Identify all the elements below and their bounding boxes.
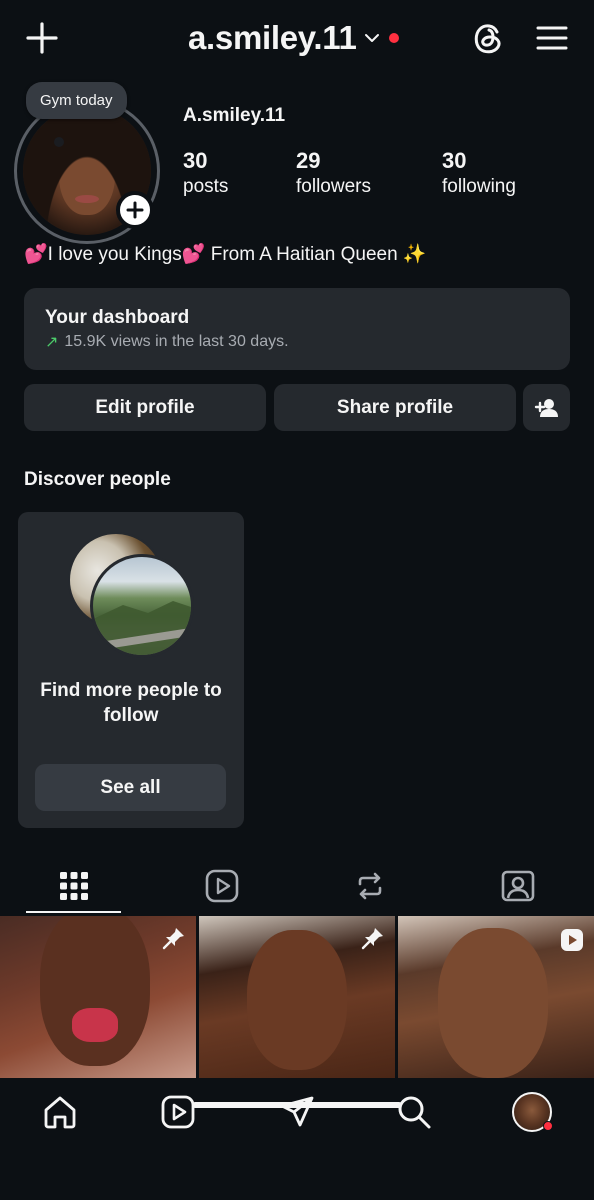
home-indicator[interactable] <box>192 1102 402 1108</box>
suggested-avatar <box>90 554 194 658</box>
dashboard-card[interactable]: Your dashboard ↗ 15.9K views in the last… <box>24 288 570 370</box>
post-image-detail <box>72 1008 118 1042</box>
post-thumbnail[interactable] <box>398 916 594 1078</box>
threads-icon[interactable] <box>468 18 508 58</box>
edit-profile-button[interactable]: Edit profile <box>24 384 266 431</box>
reels-icon <box>161 1095 195 1129</box>
top-bar: a.smiley.11 <box>0 0 594 78</box>
bio: 💕I love you Kings💕 From A Haitian Queen … <box>24 244 427 265</box>
see-all-button[interactable]: See all <box>35 764 226 811</box>
profile-tabs <box>0 858 594 914</box>
nav-home[interactable] <box>40 1092 80 1132</box>
tagged-icon <box>501 870 535 902</box>
add-user-icon <box>534 398 558 417</box>
plus-icon[interactable] <box>22 18 62 58</box>
dashboard-subtitle: ↗ 15.9K views in the last 30 days. <box>45 332 289 352</box>
trend-up-icon: ↗ <box>45 334 59 351</box>
username: a.smiley.11 <box>188 19 357 56</box>
stat-label: posts <box>183 176 229 197</box>
stat-posts[interactable]: 30 posts <box>183 148 228 200</box>
note-tail <box>54 137 64 147</box>
add-user-button[interactable] <box>523 384 570 431</box>
discover-card[interactable]: Find more people to follow See all <box>18 512 244 828</box>
grid-icon <box>60 872 88 900</box>
reels-icon <box>205 869 239 903</box>
reposts-icon <box>358 872 382 900</box>
tab-reels[interactable] <box>148 858 296 914</box>
post-thumbnail[interactable] <box>199 916 395 1078</box>
share-profile-button[interactable]: Share profile <box>274 384 516 431</box>
chevron-down-icon <box>363 29 381 47</box>
bottom-nav <box>0 1078 594 1200</box>
active-tab-indicator <box>26 911 121 913</box>
tab-grid[interactable] <box>0 858 148 914</box>
post-image <box>438 928 548 1078</box>
search-icon <box>398 1096 431 1129</box>
reel-badge-icon <box>560 928 584 952</box>
discover-card-text: Find more people to follow <box>40 680 222 726</box>
nav-direct-messages[interactable] <box>277 1092 317 1132</box>
stat-value: 29 <box>296 148 321 173</box>
nav-reels[interactable] <box>158 1092 198 1132</box>
menu-icon[interactable] <box>534 20 570 56</box>
post-thumbnail[interactable] <box>0 916 196 1078</box>
dashboard-title: Your dashboard <box>45 307 190 328</box>
post-image <box>247 930 347 1070</box>
tab-tagged[interactable] <box>444 858 592 914</box>
dashboard-views: 15.9K views in the last 30 days. <box>64 333 289 350</box>
stat-label: followers <box>296 176 371 197</box>
profile-avatar <box>512 1092 553 1132</box>
discover-title: Discover people <box>24 469 171 490</box>
add-story-button[interactable] <box>116 191 154 229</box>
stat-label: following <box>442 176 516 197</box>
avatar-lips <box>75 195 99 203</box>
stat-value: 30 <box>183 148 208 173</box>
stat-followers[interactable]: 29 followers <box>296 148 371 200</box>
nav-profile[interactable] <box>512 1092 553 1132</box>
notification-dot <box>543 1121 553 1131</box>
tab-reposts[interactable] <box>296 858 444 914</box>
posts-grid <box>0 916 594 1078</box>
stat-following[interactable]: 30 following <box>442 148 516 200</box>
pin-icon <box>361 926 385 950</box>
direct-message-icon <box>280 1096 314 1127</box>
post-image <box>40 916 150 1066</box>
plus-icon <box>126 201 144 219</box>
nav-search[interactable] <box>394 1092 434 1132</box>
home-icon <box>44 1096 76 1129</box>
stat-value: 30 <box>442 148 467 173</box>
display-name: A.smiley.11 <box>183 105 286 126</box>
pin-icon <box>162 926 186 950</box>
account-switcher[interactable]: a.smiley.11 <box>188 18 399 58</box>
note-bubble[interactable]: Gym today <box>26 82 127 119</box>
notification-dot <box>388 33 399 43</box>
